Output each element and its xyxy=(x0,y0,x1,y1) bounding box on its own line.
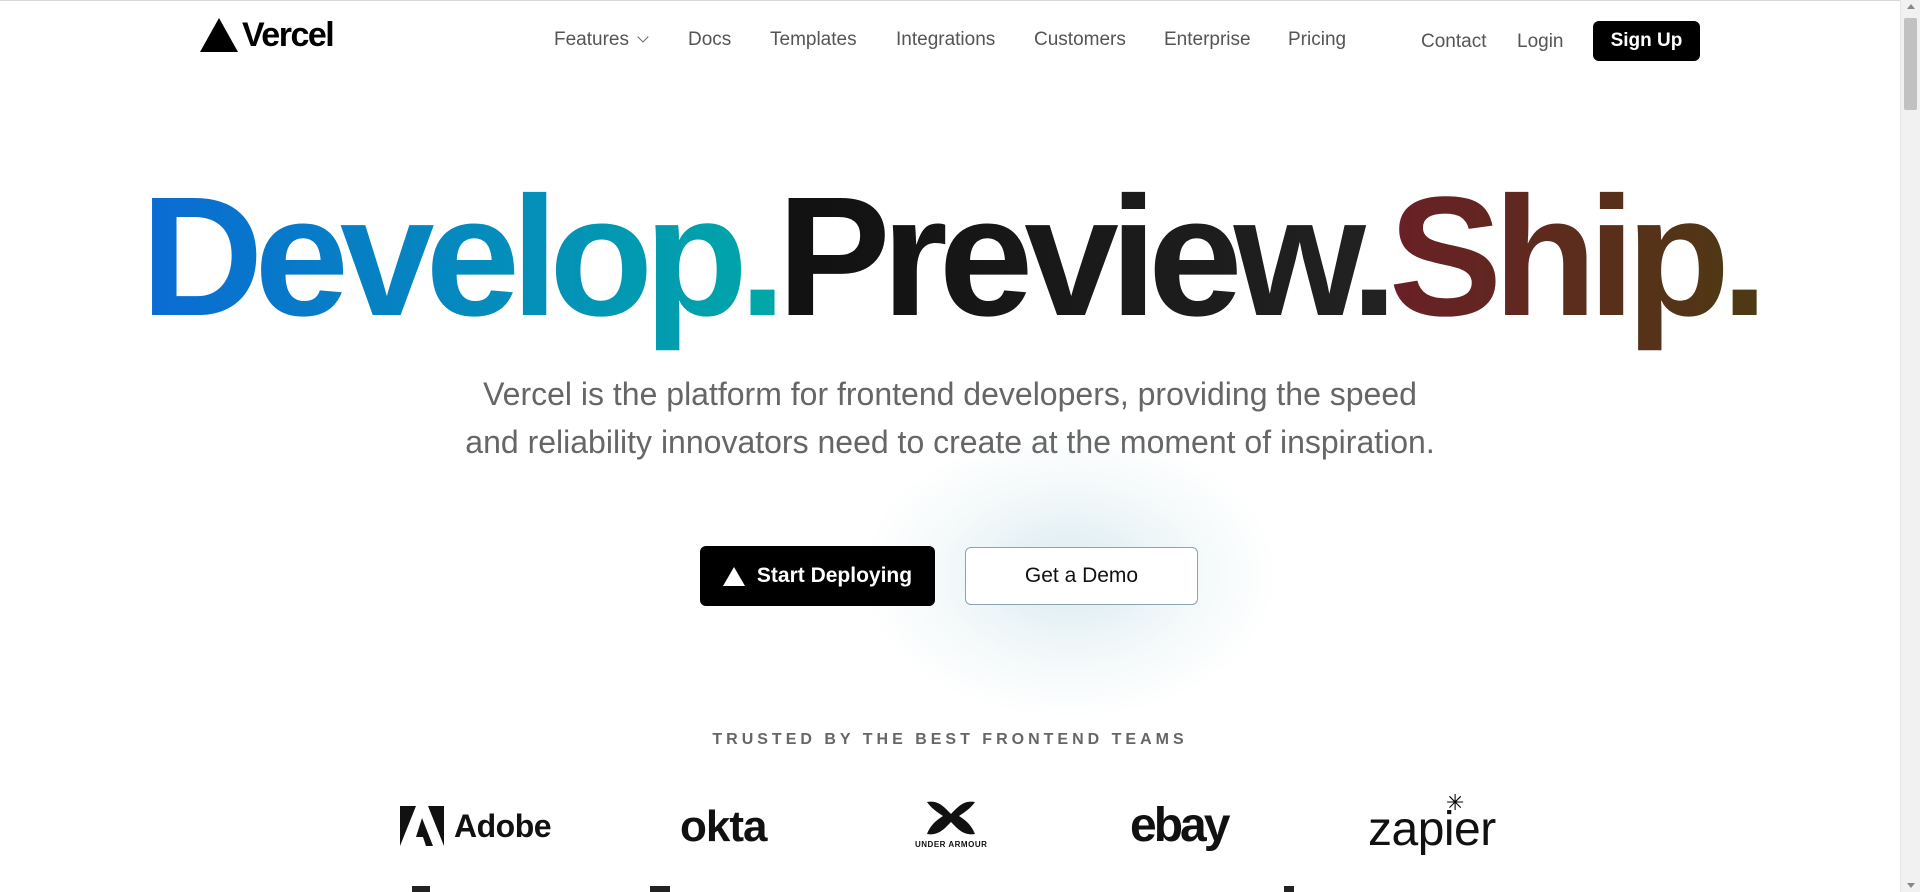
logos-row-2-partial xyxy=(0,882,1900,892)
scroll-thumb[interactable] xyxy=(1904,18,1917,110)
under-armour-logo: UNDER ARMOUR xyxy=(915,798,987,849)
get-demo-button[interactable]: Get a Demo xyxy=(965,547,1198,605)
start-deploying-button[interactable]: Start Deploying xyxy=(700,546,935,606)
nav-customers[interactable]: Customers xyxy=(1034,29,1126,51)
scroll-up-arrow-icon[interactable] xyxy=(1907,4,1915,9)
vercel-triangle-icon xyxy=(722,566,745,586)
site-header: Vercel Features Docs Templates Integrati… xyxy=(0,0,1900,80)
nav-features[interactable]: Features xyxy=(554,29,649,51)
zapier-name: zapier xyxy=(1368,803,1496,856)
nav-features-label: Features xyxy=(554,29,629,50)
chevron-down-icon xyxy=(637,31,649,43)
headline-ship: Ship. xyxy=(1388,162,1769,352)
okta-logo: okta xyxy=(680,802,767,851)
vercel-triangle-icon xyxy=(200,18,238,52)
zapier-logo: zapier ✳ xyxy=(1368,790,1496,857)
vercel-logo[interactable]: Vercel xyxy=(200,16,335,54)
nav-integrations[interactable]: Integrations xyxy=(896,29,995,51)
partial-logo xyxy=(1284,886,1294,892)
page-scrollbar[interactable] xyxy=(1900,0,1920,892)
hero-subtitle: Vercel is the platform for frontend deve… xyxy=(460,370,1440,466)
signup-button[interactable]: Sign Up xyxy=(1593,21,1700,61)
headline-preview: Preview. xyxy=(777,162,1398,352)
partial-logo xyxy=(650,886,670,892)
hero-headline: Develop.Preview.Ship. xyxy=(0,172,1900,342)
nav-login[interactable]: Login xyxy=(1517,31,1564,53)
under-armour-name: UNDER ARMOUR xyxy=(915,840,988,849)
customer-logos: Adobe okta UNDER ARMOUR ebay zapier ✳ xyxy=(0,790,1900,857)
adobe-mark-icon xyxy=(400,806,444,846)
trusted-heading: TRUSTED BY THE BEST FRONTEND TEAMS xyxy=(712,731,1188,748)
adobe-logo: Adobe xyxy=(400,806,552,846)
nav-pricing[interactable]: Pricing xyxy=(1288,29,1346,51)
nav-templates[interactable]: Templates xyxy=(770,29,857,51)
nav-enterprise[interactable]: Enterprise xyxy=(1164,29,1251,51)
start-deploying-label: Start Deploying xyxy=(756,564,913,587)
headline-develop: Develop. xyxy=(140,162,787,352)
scroll-down-arrow-icon[interactable] xyxy=(1907,883,1915,888)
ebay-logo: ebay xyxy=(1130,799,1230,852)
under-armour-mark-icon xyxy=(927,801,976,835)
partial-logo xyxy=(412,886,430,892)
nav-docs[interactable]: Docs xyxy=(688,29,731,51)
adobe-name: Adobe xyxy=(454,807,552,844)
brand-name: Vercel xyxy=(242,16,335,54)
subtitle-line-1: Vercel is the platform for frontend deve… xyxy=(483,376,1417,412)
zapier-asterisk-icon: ✳ xyxy=(1446,790,1464,815)
nav-contact[interactable]: Contact xyxy=(1421,31,1486,53)
